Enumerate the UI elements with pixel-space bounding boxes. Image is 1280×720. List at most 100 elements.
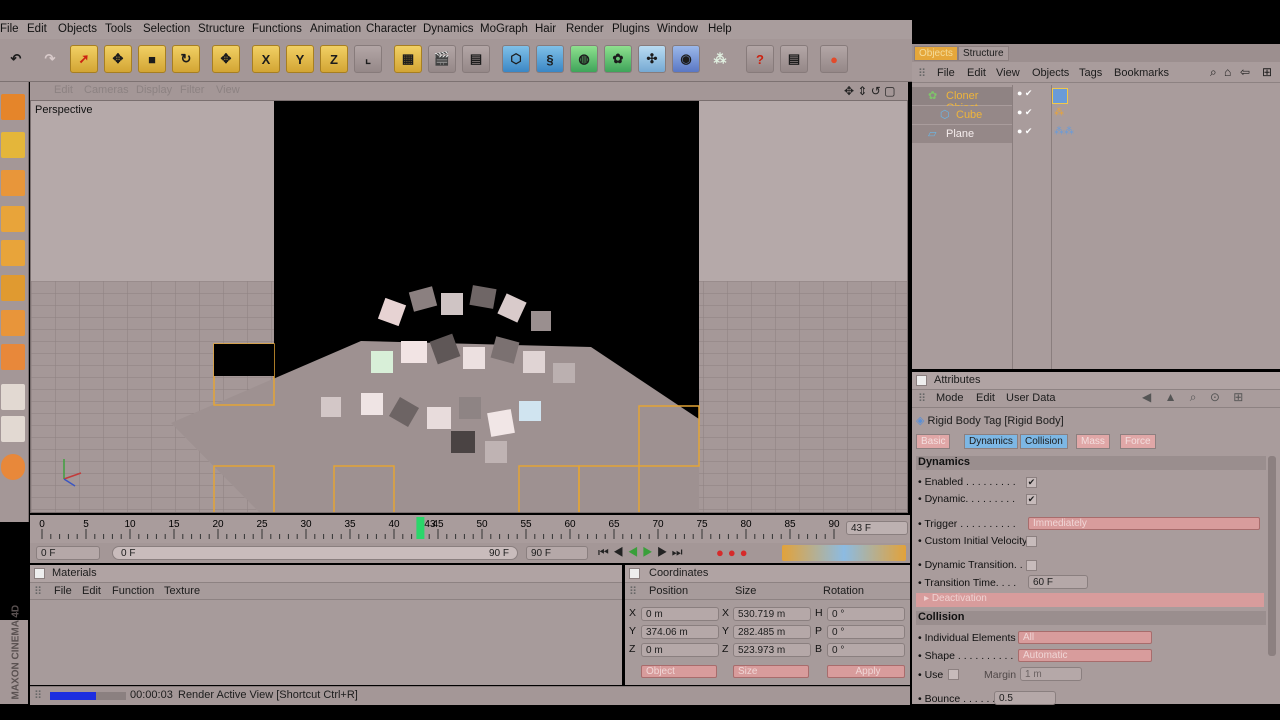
attr-menu-edit[interactable]: Edit [976, 392, 995, 404]
play-back-icon[interactable]: ◀ [628, 545, 643, 559]
object-mode-icon[interactable] [1, 132, 25, 158]
perspective-viewport[interactable]: Perspective [30, 100, 908, 513]
visibility-toggle-icon[interactable]: ● ✔ [1017, 88, 1032, 99]
shape-dropdown[interactable]: Automatic [1018, 649, 1152, 662]
recent-tool-icon[interactable]: ✥ [212, 45, 240, 73]
tab-dynamics[interactable]: Dynamics [964, 434, 1018, 449]
object-row-plane[interactable]: ▱ Plane [912, 125, 1012, 143]
help-cursor-icon[interactable]: ? [746, 45, 774, 73]
autokey-icon[interactable]: ● [728, 545, 740, 560]
object-row-cloner[interactable]: ✿ Cloner Object [912, 87, 1012, 114]
visibility-toggle-icon[interactable]: ● ✔ [1017, 107, 1032, 118]
tab-objects[interactable]: Objects [914, 46, 958, 61]
materials-menu-edit[interactable]: Edit [82, 585, 101, 597]
deformer-icon[interactable]: ✣ [638, 45, 666, 73]
transport-buttons[interactable]: ⏮◀◀▶▶⏭ [598, 545, 687, 560]
trigger-dropdown[interactable]: Immediately [1028, 517, 1260, 530]
menu-structure[interactable]: Structure [198, 23, 245, 35]
deactivation-group[interactable]: ▸ Deactivation [916, 593, 1264, 607]
x-axis-lock-button[interactable]: X [252, 45, 280, 73]
workplane-icon[interactable] [1, 344, 25, 370]
record-buttons[interactable]: ●●● [716, 545, 752, 560]
tag-icon[interactable]: ⁂ [1054, 107, 1064, 118]
texture-mode-icon[interactable] [1, 310, 25, 336]
tab-basic[interactable]: Basic [916, 434, 951, 449]
step-forward-icon[interactable]: ▶ [657, 545, 672, 559]
menu-render[interactable]: Render [566, 23, 604, 35]
nurbs-icon[interactable]: ◍ [570, 45, 598, 73]
rotation-p-field[interactable]: 0 ° [827, 625, 905, 639]
viewport-menu-filter[interactable]: Filter [180, 84, 204, 96]
viewport-menu-display[interactable]: Display [136, 84, 172, 96]
home-icon[interactable]: ⌂ [1224, 65, 1231, 79]
z-axis-lock-button[interactable]: Z [320, 45, 348, 73]
tag-icon[interactable]: ⁂⁂ [1054, 126, 1074, 137]
array-icon[interactable]: ✿ [604, 45, 632, 73]
size-z-field[interactable]: 523.973 m [733, 643, 811, 657]
objmgr-menu-file[interactable]: File [937, 67, 955, 79]
start-frame-field[interactable]: 0 F [36, 546, 100, 560]
menu-dynamics[interactable]: Dynamics [423, 23, 473, 35]
menu-edit[interactable]: Edit [27, 23, 47, 35]
attr-scrollbar[interactable] [1268, 456, 1276, 656]
menu-objects[interactable]: Objects [58, 23, 97, 35]
key-filter-icons[interactable] [782, 545, 906, 561]
viewport-nav-icons[interactable]: ✥ ⇕ ↺ ▢ [844, 84, 896, 98]
live-selection-icon[interactable]: ➚ [70, 45, 98, 73]
size-y-field[interactable]: 282.485 m [733, 625, 811, 639]
script-icon[interactable]: ▤ [780, 45, 808, 73]
menu-help[interactable]: Help [708, 23, 732, 35]
play-icon[interactable]: ▶ [642, 545, 657, 559]
model-mode-icon[interactable] [1, 94, 25, 120]
menu-hair[interactable]: Hair [535, 23, 556, 35]
menu-tools[interactable]: Tools [105, 23, 132, 35]
paint-icon[interactable] [1, 454, 25, 480]
menu-character[interactable]: Character [366, 23, 417, 35]
position-z-field[interactable]: 0 m [641, 643, 719, 657]
move-icon[interactable]: ✥ [104, 45, 132, 73]
viewport-menu-cameras[interactable]: Cameras [84, 84, 129, 96]
max-frame-field[interactable]: 90 F [526, 546, 588, 560]
attr-menu-userdata[interactable]: User Data [1006, 392, 1056, 404]
enabled-checkbox[interactable]: ✔ [1026, 477, 1037, 488]
current-frame-field[interactable]: 43 F [846, 521, 908, 535]
use-margin-checkbox[interactable] [948, 669, 959, 680]
coord-size-dropdown[interactable]: Size [733, 665, 809, 678]
spline-icon[interactable]: § [536, 45, 564, 73]
materials-menu-texture[interactable]: Texture [164, 585, 200, 597]
objmgr-menu-view[interactable]: View [996, 67, 1020, 79]
objmgr-menu-bookmarks[interactable]: Bookmarks [1114, 67, 1169, 79]
goto-end-icon[interactable]: ⏭ [672, 545, 687, 559]
attr-menu-mode[interactable]: Mode [936, 392, 964, 404]
rotate-icon[interactable]: ↻ [172, 45, 200, 73]
edges-mode-icon[interactable] [1, 206, 25, 232]
polygons-mode-icon[interactable] [1, 240, 25, 266]
attr-nav-icons[interactable]: ◀ ▲ ⌕ ⊙ ⊞ [1142, 390, 1248, 405]
layout-icon[interactable] [1, 275, 25, 301]
scale-icon[interactable]: ■ [138, 45, 166, 73]
apply-button[interactable]: Apply [827, 665, 905, 678]
bounce-field[interactable]: 0.5 [994, 691, 1056, 705]
objmgr-menu-tags[interactable]: Tags [1079, 67, 1102, 79]
viewport-menu-edit[interactable]: Edit [54, 84, 73, 96]
custom-initial-velocity-checkbox[interactable] [1026, 536, 1037, 547]
materials-menu-function[interactable]: Function [112, 585, 154, 597]
position-y-field[interactable]: 374.06 m [641, 625, 719, 639]
tab-structure[interactable]: Structure [958, 46, 1009, 61]
cube-primitive-icon[interactable]: ⬡ [502, 45, 530, 73]
viewport-menu-view[interactable]: View [216, 84, 240, 96]
menu-plugins[interactable]: Plugins [612, 23, 650, 35]
menu-animation[interactable]: Animation [310, 23, 361, 35]
transition-time-field[interactable]: 60 F [1028, 575, 1088, 589]
menu-mograph[interactable]: MoGraph [480, 23, 528, 35]
materials-menu-file[interactable]: File [54, 585, 72, 597]
object-row-cube[interactable]: ⬡ Cube [912, 106, 1012, 124]
rigid-body-tag-icon[interactable] [1052, 88, 1068, 104]
objmgr-menu-objects[interactable]: Objects [1032, 67, 1069, 79]
render-view-icon[interactable]: 🎬 [428, 45, 456, 73]
rotation-b-field[interactable]: 0 ° [827, 643, 905, 657]
goto-start-icon[interactable]: ⏮ [598, 545, 613, 559]
visibility-toggle-icon[interactable]: ● ✔ [1017, 126, 1032, 137]
snap-icon[interactable] [1, 384, 25, 410]
coord-mode-dropdown[interactable]: Object [641, 665, 717, 678]
